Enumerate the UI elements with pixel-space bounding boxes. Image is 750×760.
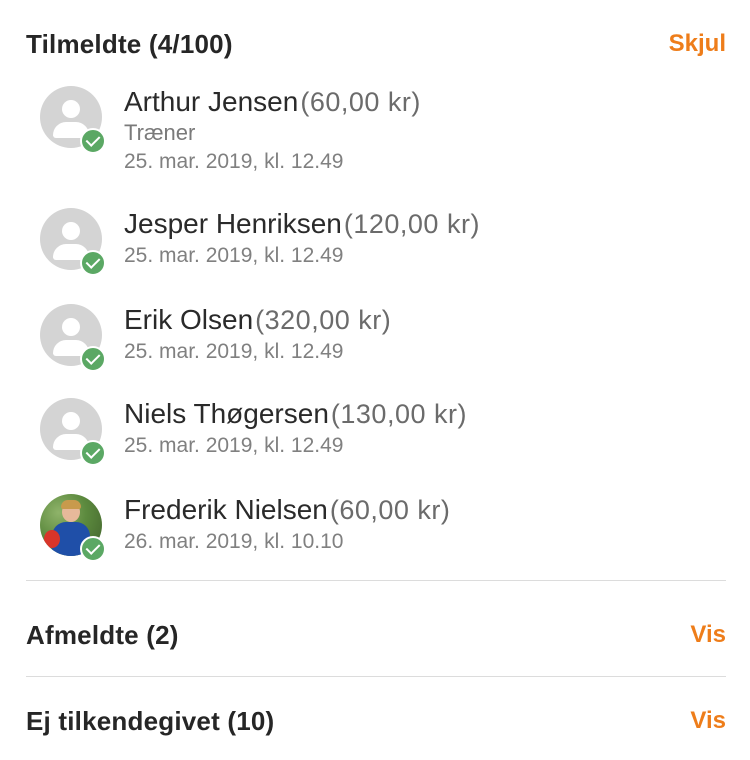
declined-count: (2) [146, 619, 179, 650]
member-date: 25. mar. 2019, kl. 12.49 [124, 150, 344, 173]
member-name: Jesper Henriksen [124, 208, 342, 239]
check-circle-icon [80, 250, 106, 276]
member-info: Niels Thøgersen (130,00 kr) 25. mar. 201… [124, 398, 467, 458]
member-row[interactable]: Arthur Jensen (60,00 kr) Træner 25. mar.… [40, 86, 726, 174]
member-name: Arthur Jensen [124, 86, 299, 117]
member-name: Erik Olsen [124, 304, 254, 335]
avatar [40, 398, 106, 466]
member-amount: (130,00 kr) [330, 399, 467, 429]
declined-section-header: Afmeldte (2) Vis [26, 616, 726, 654]
check-circle-icon [80, 128, 106, 154]
avatar [40, 86, 106, 154]
no-reply-title: Ej tilkendegivet (10) [26, 706, 274, 737]
signed-up-title: Tilmeldte (4/100) [26, 29, 233, 60]
avatar [40, 494, 106, 562]
hide-signed-up-button[interactable]: Skjul [669, 30, 726, 58]
member-row[interactable]: Jesper Henriksen (120,00 kr) 25. mar. 20… [40, 208, 726, 276]
signed-up-section-header: Tilmeldte (4/100) Skjul [26, 26, 726, 62]
avatar [40, 304, 106, 372]
check-circle-icon [80, 440, 106, 466]
declined-title-label: Afmeldte [26, 619, 139, 650]
member-info: Erik Olsen (320,00 kr) 25. mar. 2019, kl… [124, 304, 391, 364]
no-reply-section-header: Ej tilkendegivet (10) Vis [26, 702, 726, 740]
check-circle-icon [80, 346, 106, 372]
member-amount: (60,00 kr) [329, 495, 451, 525]
member-row[interactable]: Frederik Nielsen (60,00 kr) 26. mar. 201… [40, 494, 726, 562]
member-name: Niels Thøgersen [124, 398, 329, 429]
divider [26, 580, 726, 581]
member-date: 25. mar. 2019, kl. 12.49 [124, 434, 344, 457]
member-info: Frederik Nielsen (60,00 kr) 26. mar. 201… [124, 494, 450, 554]
show-no-reply-button[interactable]: Vis [690, 707, 726, 735]
signed-up-count: (4/100) [148, 28, 233, 59]
member-amount: (320,00 kr) [255, 305, 392, 335]
member-amount: (120,00 kr) [343, 209, 480, 239]
member-date: 25. mar. 2019, kl. 12.49 [124, 244, 344, 267]
member-info: Jesper Henriksen (120,00 kr) 25. mar. 20… [124, 208, 480, 268]
divider [26, 676, 726, 677]
check-circle-icon [80, 536, 106, 562]
member-info: Arthur Jensen (60,00 kr) Træner 25. mar.… [124, 86, 421, 174]
member-name: Frederik Nielsen [124, 494, 328, 525]
member-amount: (60,00 kr) [300, 87, 421, 117]
member-row[interactable]: Erik Olsen (320,00 kr) 25. mar. 2019, kl… [40, 304, 726, 372]
no-reply-title-label: Ej tilkendegivet [26, 705, 220, 736]
avatar [40, 208, 106, 276]
member-date: 26. mar. 2019, kl. 10.10 [124, 530, 344, 553]
member-row[interactable]: Niels Thøgersen (130,00 kr) 25. mar. 201… [40, 398, 726, 466]
declined-title: Afmeldte (2) [26, 620, 179, 651]
show-declined-button[interactable]: Vis [690, 621, 726, 649]
member-date: 25. mar. 2019, kl. 12.49 [124, 340, 344, 363]
signed-up-title-label: Tilmeldte [26, 28, 142, 59]
member-role: Træner [124, 120, 196, 145]
no-reply-count: (10) [227, 705, 275, 736]
